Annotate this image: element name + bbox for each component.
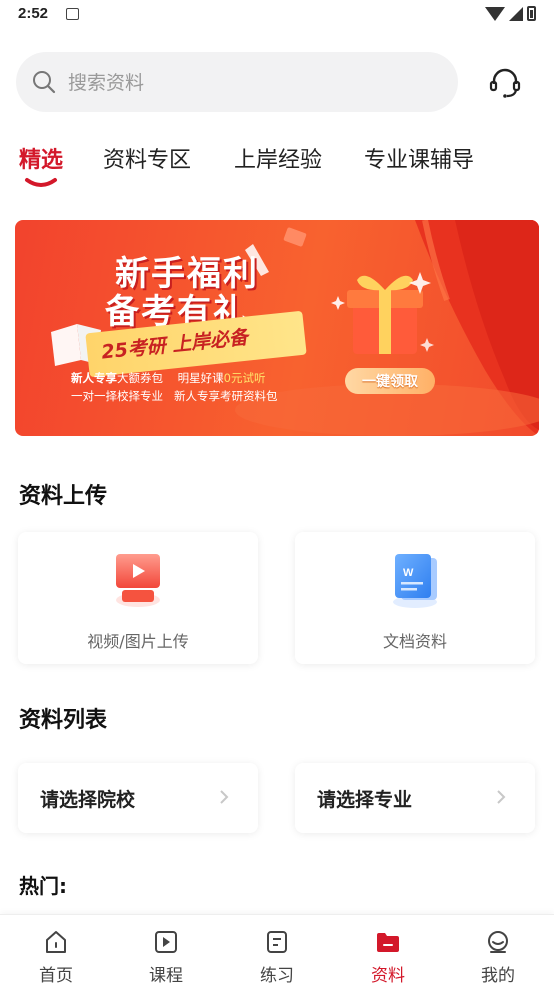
promo-banner[interactable]: 新手福利 备考有礼 25考研 上岸必备 新人专享大额券包 明星好课0元试听 一对… [15, 220, 539, 436]
home-icon [46, 931, 66, 953]
folder-icon [377, 933, 399, 952]
exercise-icon [267, 931, 287, 953]
status-indicators [485, 6, 536, 21]
status-time: 2:52 [18, 5, 49, 22]
upload-card-label: 视频/图片上传 [87, 632, 189, 651]
tab-major-tutoring[interactable]: 专业课辅导 [364, 142, 474, 174]
search-input[interactable] [68, 70, 428, 96]
upload-card-label: 文档资料 [382, 632, 447, 651]
select-school-label: 请选择院校 [40, 789, 136, 811]
tab-success-experience[interactable]: 上岸经验 [234, 142, 322, 174]
benefit-materials-pack: 新人专享考研资料包 [173, 389, 278, 403]
nav-materials[interactable]: 资料 [348, 915, 428, 984]
nav-exercises-label: 练习 [260, 966, 294, 984]
svg-text:W: W [403, 567, 414, 579]
nav-exercises[interactable]: 练习 [237, 915, 317, 984]
benefit-coupon: 大额券包 [117, 371, 163, 385]
benefit-star-course: 明星好课 [177, 371, 224, 385]
nav-home-label: 首页 [39, 966, 73, 984]
signal-icon [509, 6, 523, 21]
chevron-right-icon [497, 790, 506, 804]
nav-courses-label: 课程 [149, 966, 183, 984]
chevron-right-icon [220, 790, 229, 804]
headset-icon [489, 68, 521, 98]
profile-icon [488, 931, 508, 953]
banner-benefits-line1: 新人专享大额券包 明星好课0元试听 [71, 370, 265, 386]
list-section-title: 资料列表 [19, 708, 108, 733]
claim-button[interactable]: 一键领取 [345, 368, 435, 394]
play-icon [155, 931, 177, 953]
benefit-school-choice: 一对一择校择专业 [71, 389, 163, 403]
benefit-free-trial: 0元试听 [223, 371, 266, 385]
bottom-navigation: 首页 课程 练习 资料 我的 [0, 914, 554, 984]
battery-icon [527, 6, 536, 21]
notification-icon [66, 8, 79, 20]
select-major-button[interactable]: 请选择专业 [295, 763, 535, 833]
document-icon: W [393, 554, 437, 608]
active-tab-indicator [25, 178, 57, 187]
customer-service-button[interactable] [484, 62, 526, 104]
document-materials-card[interactable]: W 文档资料 [295, 532, 535, 664]
select-major-label: 请选择专业 [317, 789, 413, 811]
video-image-upload-card[interactable]: 视频/图片上传 [18, 532, 258, 664]
search-icon [33, 71, 56, 94]
nav-courses[interactable]: 课程 [126, 915, 206, 984]
tab-materials-zone[interactable]: 资料专区 [103, 142, 191, 174]
wifi-icon [485, 6, 505, 21]
search-bar[interactable] [16, 52, 458, 112]
benefit-new-user: 新人专享 [71, 371, 117, 385]
nav-materials-label: 资料 [371, 966, 405, 984]
banner-benefits-line2: 一对一择校择专业 新人专享考研资料包 [71, 388, 277, 404]
upload-section-title: 资料上传 [19, 484, 108, 509]
hot-label: 热门: [19, 874, 67, 898]
select-school-button[interactable]: 请选择院校 [18, 763, 258, 833]
tab-featured[interactable]: 精选 [19, 142, 63, 174]
status-bar: 2:52 [0, 0, 554, 32]
video-upload-icon [116, 554, 160, 607]
nav-profile[interactable]: 我的 [458, 915, 538, 984]
nav-profile-label: 我的 [481, 966, 515, 984]
nav-home[interactable]: 首页 [16, 915, 96, 984]
